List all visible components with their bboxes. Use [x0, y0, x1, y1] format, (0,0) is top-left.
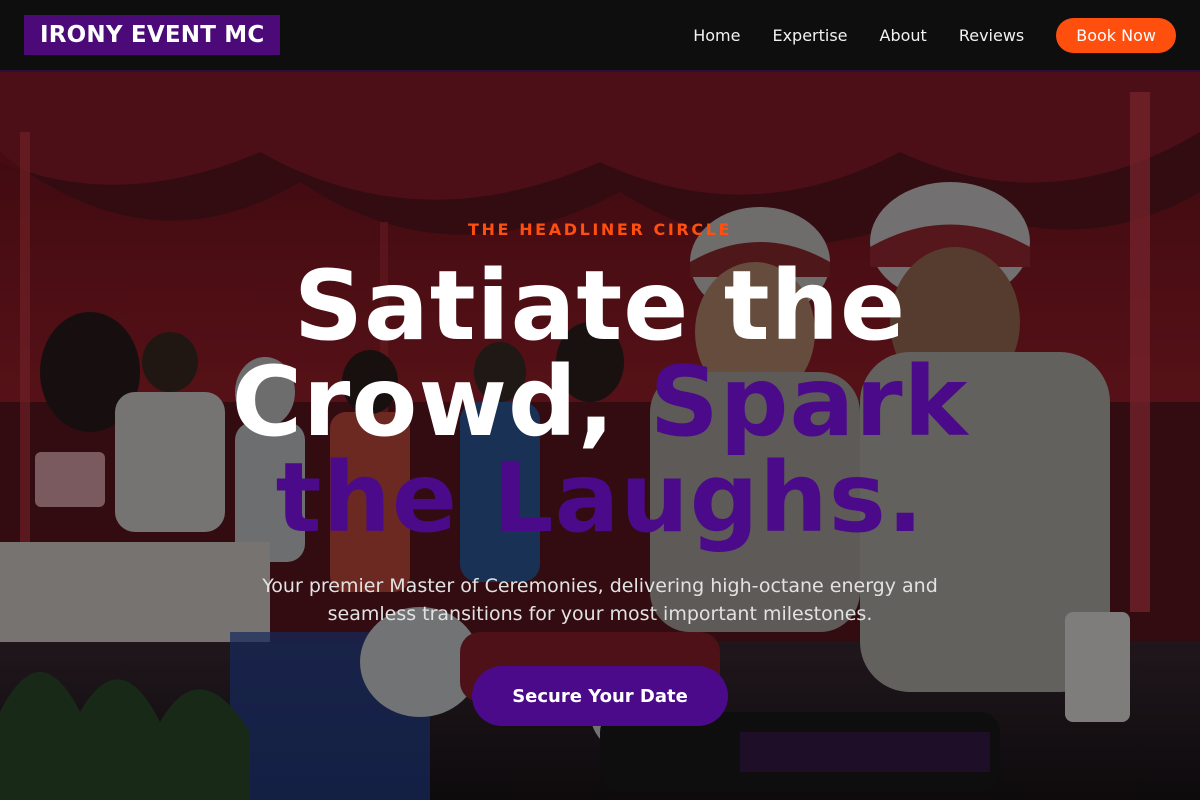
nav-link-home[interactable]: Home [693, 26, 740, 45]
hero-eyebrow: THE HEADLINER CIRCLE [467, 220, 733, 239]
nav-link-reviews[interactable]: Reviews [959, 26, 1024, 45]
hero-section: THE HEADLINER CIRCLE Satiate the Crowd, … [0, 72, 1200, 800]
nav-link-expertise[interactable]: Expertise [772, 26, 847, 45]
brand-logo[interactable]: IRONY EVENT MC [24, 15, 281, 55]
nav-link-about[interactable]: About [880, 26, 927, 45]
book-now-button[interactable]: Book Now [1056, 17, 1176, 53]
hero-headline: Satiate the Crowd, Spark the Laughs. [200, 258, 1000, 546]
hero-content: THE HEADLINER CIRCLE Satiate the Crowd, … [0, 72, 1200, 800]
nav-links: Home Expertise About Reviews Book Now [693, 17, 1176, 53]
secure-your-date-button[interactable]: Secure Your Date [472, 666, 728, 726]
top-navbar: IRONY EVENT MC Home Expertise About Revi… [0, 0, 1200, 72]
hero-subheadline: Your premier Master of Ceremonies, deliv… [262, 575, 938, 625]
